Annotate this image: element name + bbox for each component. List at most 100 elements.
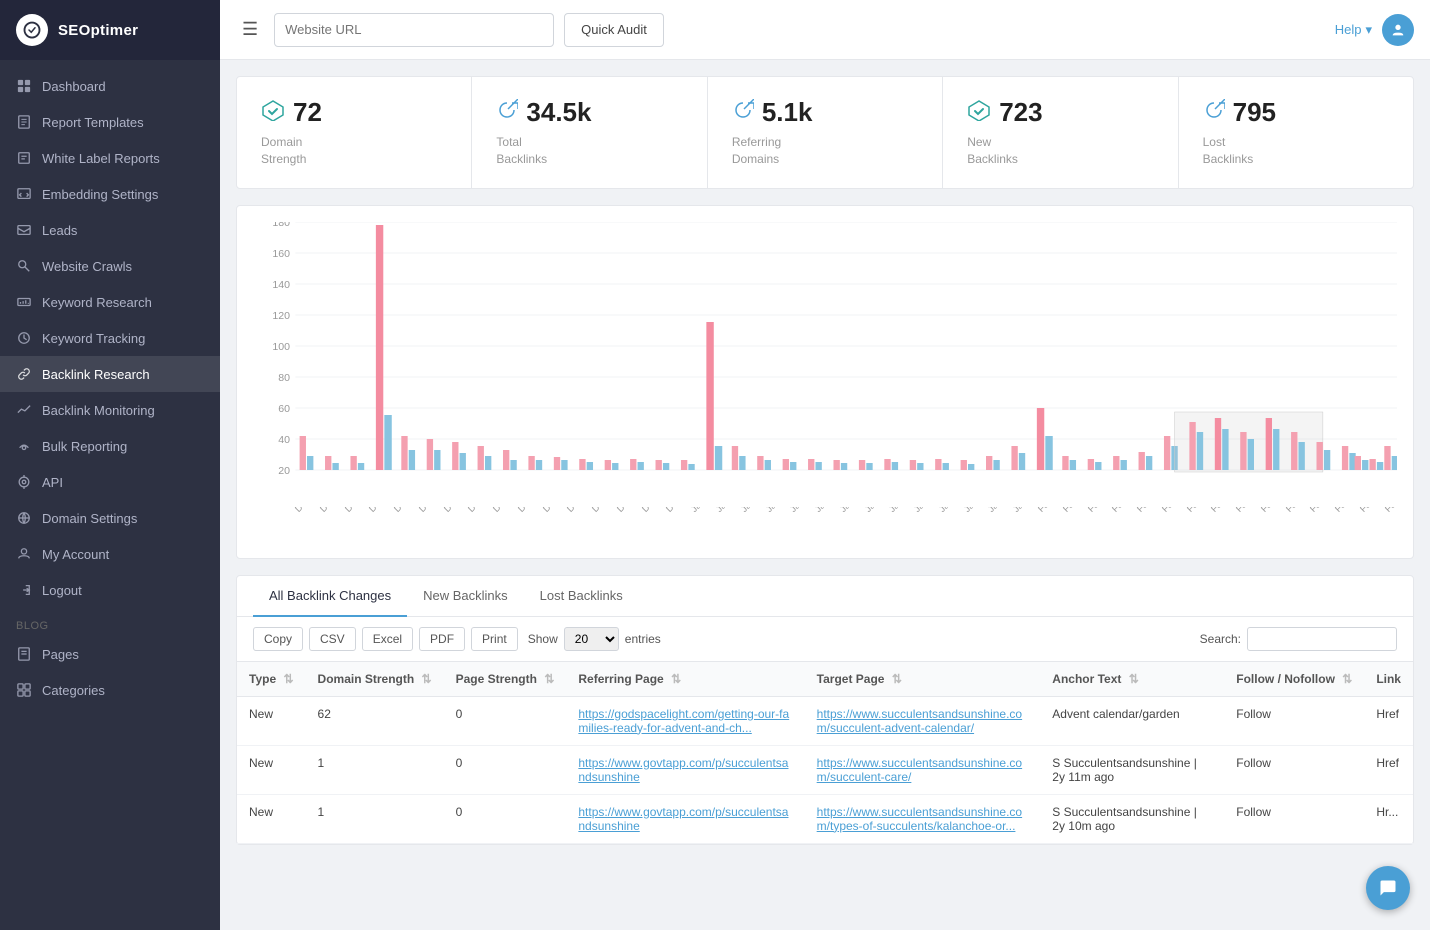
dashboard-icon — [16, 78, 32, 94]
sort-icon-domain-strength: ⇅ — [422, 672, 432, 686]
sidebar-item-backlink-research[interactable]: Backlink Research — [0, 356, 220, 392]
stat-value-referring-domains: 5.1k — [732, 97, 918, 128]
white-label-icon — [16, 150, 32, 166]
sidebar-item-backlink-monitoring[interactable]: Backlink Monitoring — [0, 392, 220, 428]
tab-lost-backlinks[interactable]: Lost Backlinks — [524, 576, 639, 617]
help-chevron-icon: ▾ — [1365, 22, 1372, 38]
leads-icon — [16, 222, 32, 238]
topbar: ☰ Quick Audit Help ▾ — [220, 0, 1430, 60]
col-header-referring-page[interactable]: Referring Page ⇅ — [566, 662, 804, 697]
backlink-research-icon — [16, 366, 32, 382]
cell-target-page-0[interactable]: https://www.succulentsandsunshine.com/su… — [805, 696, 1041, 745]
lost-backlinks-value: 795 — [1233, 97, 1276, 128]
sidebar-item-embedding-settings[interactable]: Embedding Settings — [0, 176, 220, 212]
pdf-button[interactable]: PDF — [419, 627, 465, 651]
csv-button[interactable]: CSV — [309, 627, 356, 651]
referring-domains-value: 5.1k — [762, 97, 813, 128]
sidebar-item-keyword-research[interactable]: Keyword Research — [0, 284, 220, 320]
svg-text:100: 100 — [272, 342, 290, 353]
sidebar-item-pages-label: Pages — [42, 647, 79, 662]
help-button[interactable]: Help ▾ — [1335, 22, 1372, 38]
svg-text:140: 140 — [272, 280, 290, 291]
entries-label: entries — [625, 632, 661, 646]
domain-strength-label: Domain Strength — [261, 134, 447, 168]
cell-link-2: Hr... — [1364, 794, 1413, 843]
tab-new-backlinks[interactable]: New Backlinks — [407, 576, 524, 617]
svg-text:60: 60 — [278, 404, 290, 415]
sidebar-item-report-templates[interactable]: Report Templates — [0, 104, 220, 140]
svg-text:120: 120 — [272, 311, 290, 322]
excel-button[interactable]: Excel — [362, 627, 413, 651]
stat-card-total-backlinks: 34.5k Total Backlinks — [472, 77, 707, 188]
entries-select[interactable]: 20 50 100 — [564, 627, 619, 651]
table-search-input[interactable] — [1247, 627, 1397, 651]
print-button[interactable]: Print — [471, 627, 518, 651]
sidebar-item-keyword-tracking[interactable]: Keyword Tracking — [0, 320, 220, 356]
pages-icon — [16, 646, 32, 662]
url-input[interactable] — [274, 13, 554, 47]
help-label: Help — [1335, 22, 1362, 37]
stat-value-total-backlinks: 34.5k — [496, 97, 682, 128]
sidebar-item-bulk-reporting-label: Bulk Reporting — [42, 439, 127, 454]
user-icon-button[interactable] — [1382, 14, 1414, 46]
logo-icon — [16, 14, 48, 46]
quick-audit-button[interactable]: Quick Audit — [564, 13, 664, 47]
cell-referring-page-0[interactable]: https://godspacelight.com/getting-our-fa… — [566, 696, 804, 745]
lost-backlinks-icon — [1203, 99, 1225, 127]
new-backlinks-value: 723 — [999, 97, 1042, 128]
cell-link-1: Href — [1364, 745, 1413, 794]
cell-page-strength-1: 0 — [444, 745, 567, 794]
cell-page-strength-2: 0 — [444, 794, 567, 843]
website-crawls-icon — [16, 258, 32, 274]
sidebar-item-bulk-reporting[interactable]: Bulk Reporting — [0, 428, 220, 464]
cell-target-page-1[interactable]: https://www.succulentsandsunshine.com/su… — [805, 745, 1041, 794]
keyword-research-icon — [16, 294, 32, 310]
chat-bubble-button[interactable] — [1366, 866, 1410, 910]
sort-icon-target-page: ⇅ — [892, 672, 902, 686]
sidebar-item-white-label-reports[interactable]: White Label Reports — [0, 140, 220, 176]
sidebar-item-my-account[interactable]: My Account — [0, 536, 220, 572]
bar-chart: 180 160 140 120 100 80 60 40 20 — [253, 222, 1397, 542]
sort-icon-type: ⇅ — [283, 672, 293, 686]
sort-icon-follow-nofollow: ⇅ — [1342, 672, 1352, 686]
backlink-monitoring-icon — [16, 402, 32, 418]
col-header-target-page[interactable]: Target Page ⇅ — [805, 662, 1041, 697]
tab-all-backlink-changes[interactable]: All Backlink Changes — [253, 576, 407, 617]
sidebar-item-logout[interactable]: Logout — [0, 572, 220, 608]
sidebar-item-website-crawls[interactable]: Website Crawls — [0, 248, 220, 284]
sidebar-item-pages[interactable]: Pages — [0, 636, 220, 672]
cell-referring-page-1[interactable]: https://www.govtapp.com/p/succulentsands… — [566, 745, 804, 794]
cell-target-page-2[interactable]: https://www.succulentsandsunshine.com/ty… — [805, 794, 1041, 843]
svg-text:180: 180 — [272, 222, 290, 229]
stat-card-domain-strength: 72 Domain Strength — [237, 77, 472, 188]
sidebar-item-dashboard[interactable]: Dashboard — [0, 68, 220, 104]
col-header-domain-strength[interactable]: Domain Strength ⇅ — [306, 662, 444, 697]
embedding-icon — [16, 186, 32, 202]
col-header-page-strength[interactable]: Page Strength ⇅ — [444, 662, 567, 697]
sidebar-item-leads[interactable]: Leads — [0, 212, 220, 248]
domain-settings-icon — [16, 510, 32, 526]
col-header-type[interactable]: Type ⇅ — [237, 662, 306, 697]
sidebar-item-leads-label: Leads — [42, 223, 77, 238]
api-icon — [16, 474, 32, 490]
total-backlinks-icon — [496, 99, 518, 127]
cell-referring-page-2[interactable]: https://www.govtapp.com/p/succulentsands… — [566, 794, 804, 843]
copy-button[interactable]: Copy — [253, 627, 303, 651]
sidebar-logo[interactable]: SEOptimer — [0, 0, 220, 60]
sidebar-item-domain-settings[interactable]: Domain Settings — [0, 500, 220, 536]
col-header-link[interactable]: Link — [1364, 662, 1413, 697]
new-backlinks-label: New Backlinks — [967, 134, 1153, 168]
sidebar-item-api[interactable]: API — [0, 464, 220, 500]
cell-domain-strength-0: 62 — [306, 696, 444, 745]
logout-icon — [16, 582, 32, 598]
svg-text:80: 80 — [278, 373, 290, 384]
cell-link-0: Href — [1364, 696, 1413, 745]
backlink-chart-container: 180 160 140 120 100 80 60 40 20 — [236, 205, 1414, 559]
col-header-follow-nofollow[interactable]: Follow / Nofollow ⇅ — [1224, 662, 1364, 697]
sidebar-item-categories[interactable]: Categories — [0, 672, 220, 708]
domain-strength-icon — [261, 99, 285, 127]
col-header-anchor-text[interactable]: Anchor Text ⇅ — [1040, 662, 1224, 697]
sidebar-item-white-label-label: White Label Reports — [42, 151, 160, 166]
hamburger-button[interactable]: ☰ — [236, 15, 264, 44]
sidebar-item-dashboard-label: Dashboard — [42, 79, 106, 94]
